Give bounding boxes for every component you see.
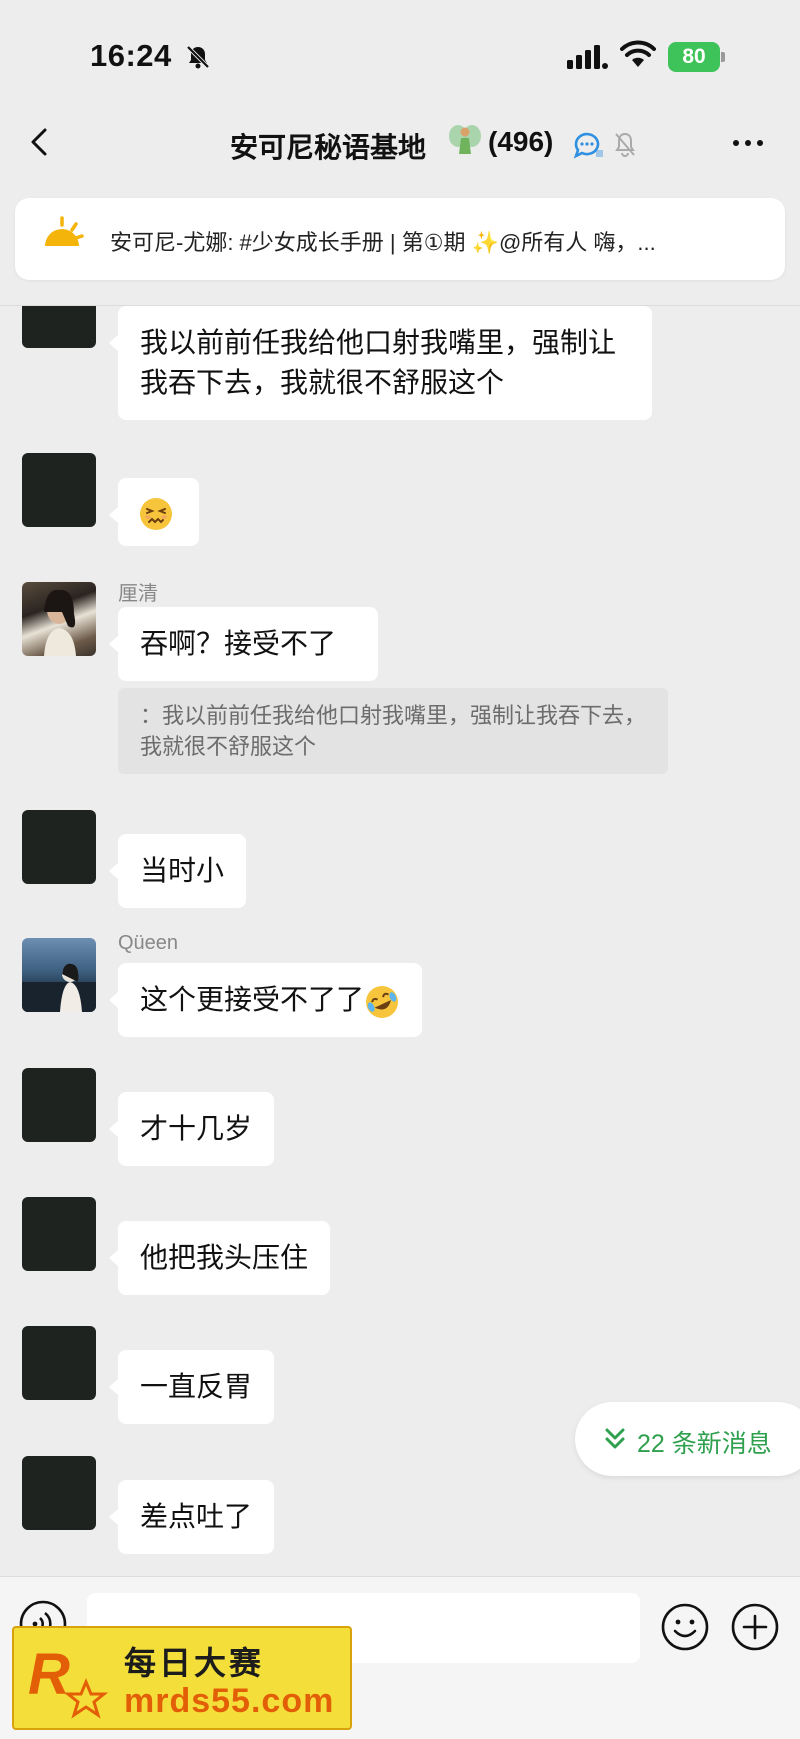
- message-bubble[interactable]: 一直反胃: [108, 1350, 275, 1424]
- message-bubble[interactable]: 这个更接受不了了: [108, 963, 423, 1037]
- battery-level: 80: [668, 42, 720, 72]
- new-messages-button[interactable]: 22 条新消息: [575, 1402, 800, 1476]
- message-text: 这个更接受不了了: [140, 984, 365, 1015]
- svg-text:R: R: [28, 1642, 70, 1707]
- sender-name: Qüeen: [118, 932, 179, 954]
- message-bubble[interactable]: [109, 478, 199, 546]
- member-count: (496): [488, 126, 554, 157]
- message-bubble[interactable]: 我以前前任我给他口射我嘴里，强制让我吞下去，我就很不舒服这个: [109, 306, 652, 420]
- status-bar: 16:24 80: [0, 0, 800, 100]
- watermark-url: mrds55.com: [124, 1682, 335, 1720]
- double-chevron-down-icon: [605, 1428, 625, 1449]
- announcement-text: 安可尼-尤娜: #少女成长手册 | 第①期 ✨@所有人 嗨，...: [110, 230, 656, 255]
- sender-name: 厘清: [118, 583, 158, 605]
- avatar[interactable]: [22, 810, 96, 884]
- avatar[interactable]: [22, 1326, 96, 1400]
- silent-mode-icon: [186, 45, 210, 69]
- avatar[interactable]: [22, 582, 96, 656]
- message-list[interactable]: 我以前前任我给他口射我嘴里，强制让我吞下去，我就很不舒服这个 厘清 吞啊？接受不…: [0, 306, 800, 1576]
- group-title[interactable]: 安可尼秘语基地: [230, 126, 426, 166]
- watermark-banner: R 每日大赛 mrds55.com: [12, 1626, 352, 1730]
- avatar[interactable]: [22, 1068, 96, 1142]
- watermark-logo: R: [28, 1642, 109, 1719]
- avatar[interactable]: [22, 306, 96, 348]
- avatar[interactable]: [22, 1197, 96, 1271]
- profile-photo: [22, 963, 96, 1012]
- announcement-sun-icon: [45, 216, 84, 246]
- new-messages-label: 22 条新消息: [637, 1430, 772, 1458]
- message-bubble[interactable]: 吞啊？接受不了: [109, 607, 378, 681]
- message-bubble[interactable]: 才十几岁: [108, 1092, 275, 1166]
- fairy-emoji-icon: [449, 125, 481, 154]
- message-bubble[interactable]: 他把我头压住: [108, 1221, 331, 1295]
- message-bubble[interactable]: 当时小: [108, 834, 247, 908]
- avatar[interactable]: [22, 938, 96, 1012]
- pinned-announcement[interactable]: 安可尼-尤娜: #少女成长手册 | 第①期 ✨@所有人 嗨，...: [15, 198, 785, 280]
- group-chat-topic-icon[interactable]: [572, 130, 606, 160]
- avatar[interactable]: [22, 453, 96, 527]
- watermark-title: 每日大赛: [124, 1645, 265, 1681]
- message-bubble[interactable]: 差点吐了: [108, 1480, 275, 1554]
- persevering-face-emoji: [140, 497, 172, 530]
- back-arrow-icon[interactable]: [25, 122, 55, 162]
- wifi-icon: [620, 40, 656, 67]
- quoted-message[interactable]: ：我以前前任我给他口射我嘴里，强制让我吞下去，我就很不舒服这个: [118, 688, 668, 774]
- more-functions-plus-icon[interactable]: [730, 1602, 780, 1652]
- battery-tip: [721, 52, 725, 62]
- cellular-signal-icon: [567, 45, 608, 69]
- profile-photo: [44, 589, 76, 656]
- battery-indicator: 80: [668, 42, 726, 72]
- rolling-on-floor-laughing-emoji: [366, 985, 399, 1018]
- muted-bell-icon: [615, 132, 635, 157]
- emoji-icon[interactable]: [660, 1602, 710, 1652]
- status-time: 16:24: [90, 38, 172, 73]
- chat-header: 安可尼秘语基地 (496): [0, 100, 800, 190]
- more-options-icon[interactable]: [728, 128, 768, 158]
- avatar[interactable]: [22, 1456, 96, 1530]
